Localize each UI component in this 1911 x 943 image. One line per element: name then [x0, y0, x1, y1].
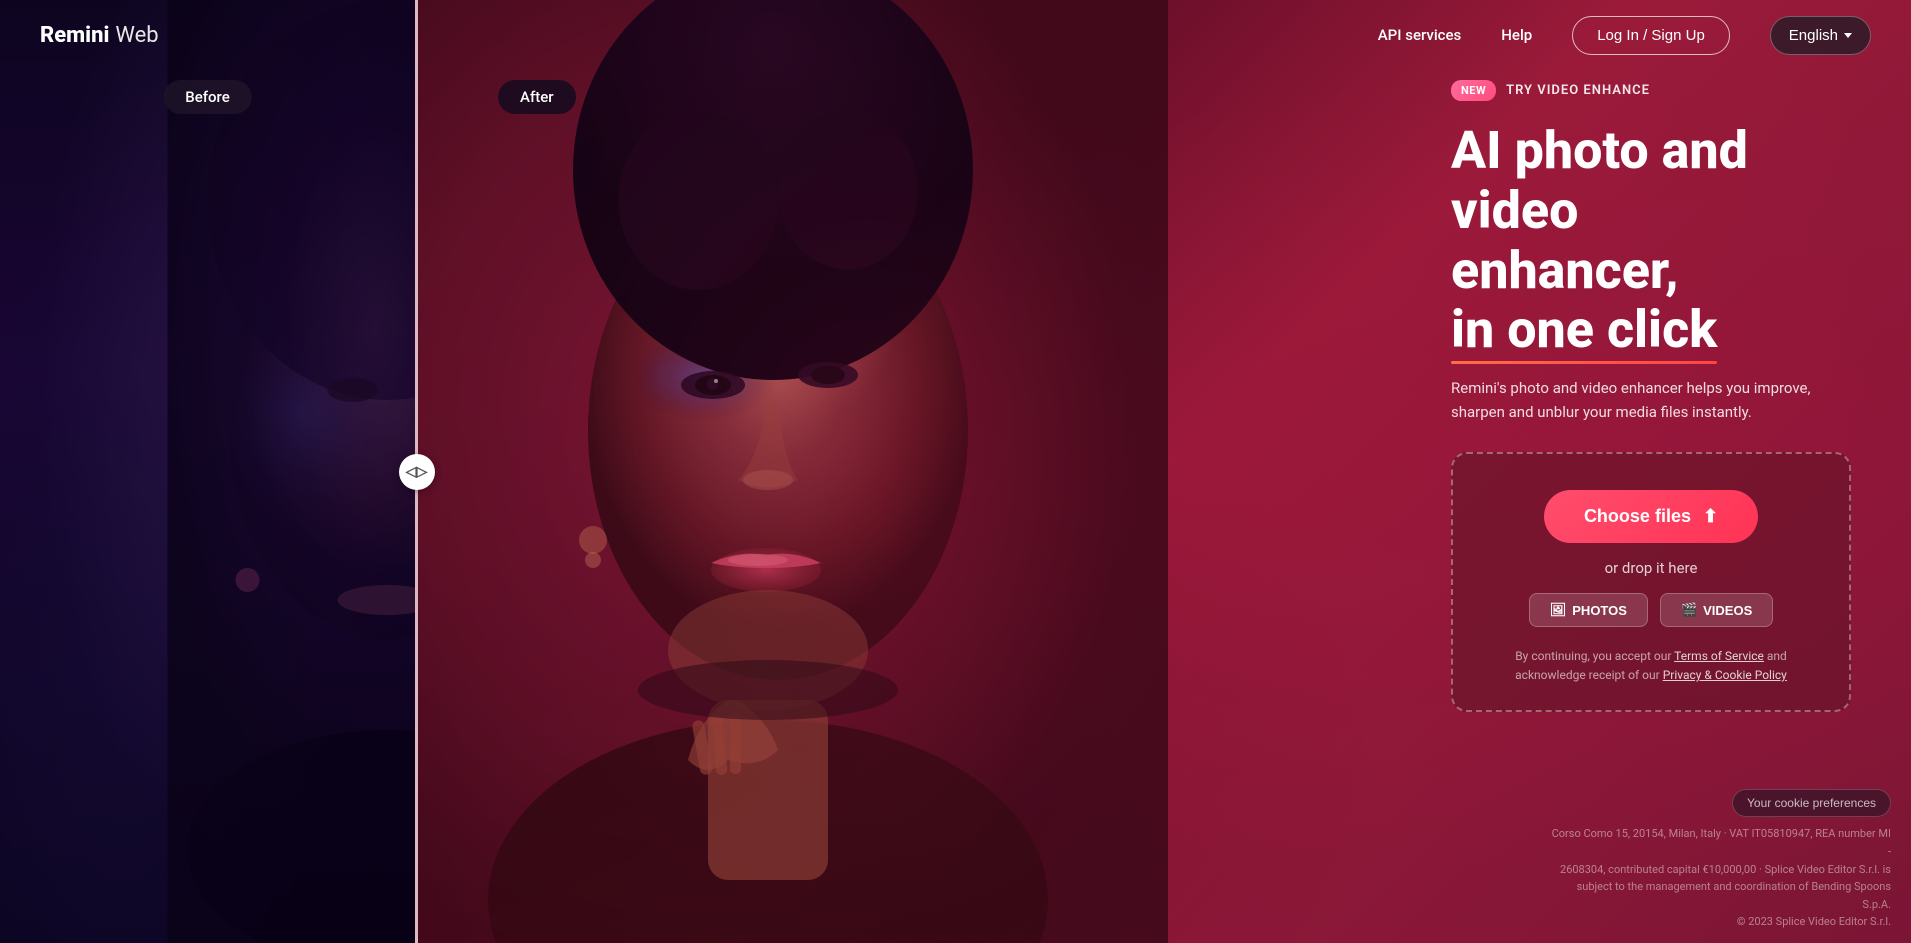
- upload-box: Choose files ⬆ or drop it here 🖼 PHOTOS …: [1451, 452, 1851, 711]
- slider-handle[interactable]: ◁▷: [399, 454, 435, 490]
- chevron-down-icon: [1844, 33, 1852, 38]
- upload-icon: ⬆: [1703, 506, 1718, 527]
- footer-address: Corso Como 15, 20154, Milan, Italy · VAT…: [1551, 825, 1891, 931]
- terms-of-service-link[interactable]: Terms of Service: [1674, 649, 1764, 663]
- choose-files-label: Choose files: [1584, 506, 1691, 527]
- nav-links: API services Help Log In / Sign Up Engli…: [1378, 16, 1871, 55]
- before-label: Before: [163, 80, 252, 114]
- videos-button[interactable]: 🎬 VIDEOS: [1660, 593, 1773, 627]
- drop-text: or drop it here: [1483, 559, 1819, 577]
- photos-button[interactable]: 🖼 PHOTOS: [1529, 593, 1648, 627]
- logo-remini: Remini: [40, 23, 109, 48]
- footer-copyright: © 2023 Splice Video Editor S.r.l.: [1737, 915, 1891, 928]
- photos-label: PHOTOS: [1572, 603, 1627, 618]
- logo-web: Web: [115, 23, 158, 48]
- cookie-policy-link[interactable]: Privacy & Cookie Policy: [1663, 668, 1787, 682]
- hero-subtitle: Remini's photo and video enhancer helps …: [1451, 376, 1851, 424]
- navbar: Remini Web API services Help Log In / Si…: [0, 0, 1911, 70]
- videos-label: VIDEOS: [1703, 603, 1752, 618]
- videos-icon: 🎬: [1681, 602, 1697, 618]
- hero-title-line1: AI photo and video: [1451, 120, 1748, 241]
- hero-title-line2: enhancer, in one click: [1451, 240, 1717, 361]
- after-panel: After NEW TRY VIDEO ENHANCE AI photo and…: [418, 0, 1911, 943]
- slider-arrows-icon: ◁▷: [406, 464, 428, 480]
- before-panel: Before: [0, 0, 415, 943]
- hero-title-highlight: in one click: [1451, 300, 1717, 360]
- nav-api-link[interactable]: API services: [1378, 26, 1462, 44]
- after-label: After: [498, 80, 576, 114]
- file-type-buttons: 🖼 PHOTOS 🎬 VIDEOS: [1483, 593, 1819, 627]
- photos-icon: 🖼: [1550, 602, 1567, 618]
- terms-prefix: By continuing, you accept our: [1515, 649, 1674, 663]
- logo: Remini Web: [40, 23, 159, 48]
- before-face-svg: [0, 0, 415, 943]
- terms-text: By continuing, you accept our Terms of S…: [1483, 647, 1819, 685]
- language-button[interactable]: English: [1770, 16, 1871, 55]
- after-face-svg: [418, 0, 1168, 943]
- content-panel: NEW TRY VIDEO ENHANCE AI photo and video…: [1451, 80, 1851, 712]
- login-button[interactable]: Log In / Sign Up: [1572, 16, 1730, 55]
- badge-new: NEW: [1451, 80, 1496, 101]
- footer-line2: 2608304, contributed capital €10,000,00 …: [1560, 863, 1891, 876]
- cookie-preferences-button[interactable]: Your cookie preferences: [1732, 789, 1891, 817]
- image-slider-divider: ◁▷: [415, 0, 418, 943]
- hero-title: AI photo and video enhancer, in one clic…: [1451, 121, 1851, 360]
- nav-help-link[interactable]: Help: [1501, 26, 1532, 44]
- footer-line1: Corso Como 15, 20154, Milan, Italy · VAT…: [1552, 827, 1891, 858]
- footer-line3: subject to the management and coordinati…: [1577, 880, 1891, 911]
- hero-title-line2-text: enhancer,: [1451, 240, 1679, 301]
- choose-files-button[interactable]: Choose files ⬆: [1544, 490, 1758, 543]
- badge-row: NEW TRY VIDEO ENHANCE: [1451, 80, 1851, 101]
- badge-text: TRY VIDEO ENHANCE: [1506, 83, 1650, 98]
- footer: Your cookie preferences Corso Como 15, 2…: [1531, 777, 1911, 943]
- language-label: English: [1789, 27, 1838, 44]
